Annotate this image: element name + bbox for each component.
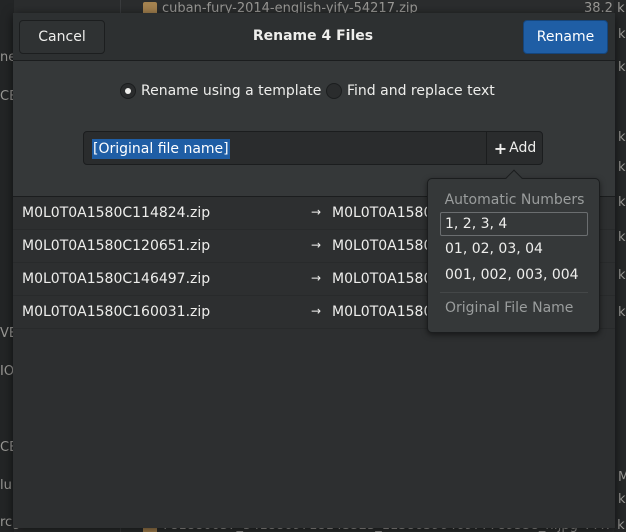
numbering-option-01[interactable]: 01, 02, 03, 04 xyxy=(440,238,588,262)
background-fragment: k xyxy=(618,195,626,210)
original-file-name: M0L0T0A1580C160031.zip xyxy=(22,304,211,320)
background-fragment: lu xyxy=(0,478,12,493)
mode-template-option[interactable]: Rename using a template xyxy=(120,83,321,99)
new-file-name: M0L0T0A1580C114824.zip xyxy=(332,205,428,221)
automatic-numbers-header: Automatic Numbers xyxy=(444,192,585,208)
original-file-name: M0L0T0A1580C114824.zip xyxy=(22,205,211,221)
radio-unchecked-icon[interactable] xyxy=(326,83,342,99)
arrow-right-icon: → xyxy=(311,238,322,252)
arrow-right-icon: → xyxy=(311,271,322,285)
background-fragment: k xyxy=(618,230,626,245)
radio-checked-icon[interactable] xyxy=(120,83,136,99)
mode-replace-option[interactable]: Find and replace text xyxy=(326,83,495,99)
add-tag-button[interactable]: + Add xyxy=(486,132,543,164)
background-fragment: k xyxy=(618,305,626,320)
dialog-headerbar: Cancel Rename 4 Files Rename xyxy=(13,13,615,61)
background-fragment: k xyxy=(618,60,626,75)
background-size-column xyxy=(614,0,626,532)
add-label: Add xyxy=(509,140,537,156)
background-fragment: k xyxy=(618,160,626,175)
new-file-name: M0L0T0A1580C160031.zip xyxy=(332,304,428,320)
background-fragment: M xyxy=(618,470,626,485)
arrow-right-icon: → xyxy=(311,304,322,318)
background-fragment: k xyxy=(618,27,626,42)
background-fragment: k xyxy=(618,268,626,283)
popover-arrow xyxy=(505,169,523,187)
dialog-title: Rename 4 Files xyxy=(252,28,374,44)
mode-replace-label: Find and replace text xyxy=(347,83,495,99)
template-text-selected[interactable]: [Original file name] xyxy=(92,139,230,159)
original-file-name: M0L0T0A1580C120651.zip xyxy=(22,238,211,254)
template-entry[interactable]: [Original file name] + Add xyxy=(83,131,543,165)
original-file-name: M0L0T0A1580C146497.zip xyxy=(22,271,211,287)
mode-template-label: Rename using a template xyxy=(141,83,322,99)
rename-mode-selector: Rename using a template Find and replace… xyxy=(13,83,615,103)
original-file-name-option[interactable]: Original File Name xyxy=(440,297,588,321)
add-tag-popover: Automatic Numbers 1, 2, 3, 4 01, 02, 03,… xyxy=(427,169,600,333)
cancel-button[interactable]: Cancel xyxy=(19,20,105,54)
background-fragment: k xyxy=(618,492,626,507)
popover-separator xyxy=(440,292,588,293)
background-fragment: k xyxy=(618,130,626,145)
arrow-right-icon: → xyxy=(311,205,322,219)
rename-dialog: Cancel Rename 4 Files Rename Rename usin… xyxy=(13,13,615,528)
background-fragment: IO xyxy=(0,364,15,379)
new-file-name: M0L0T0A1580C120651.zip xyxy=(332,238,428,254)
numbering-option-1[interactable]: 1, 2, 3, 4 xyxy=(440,212,588,236)
rename-button[interactable]: Rename xyxy=(523,20,608,54)
numbering-option-001[interactable]: 001, 002, 003, 004 xyxy=(440,264,588,288)
new-file-name: M0L0T0A1580C146497.zip xyxy=(332,271,428,287)
plus-icon: + xyxy=(493,138,508,158)
